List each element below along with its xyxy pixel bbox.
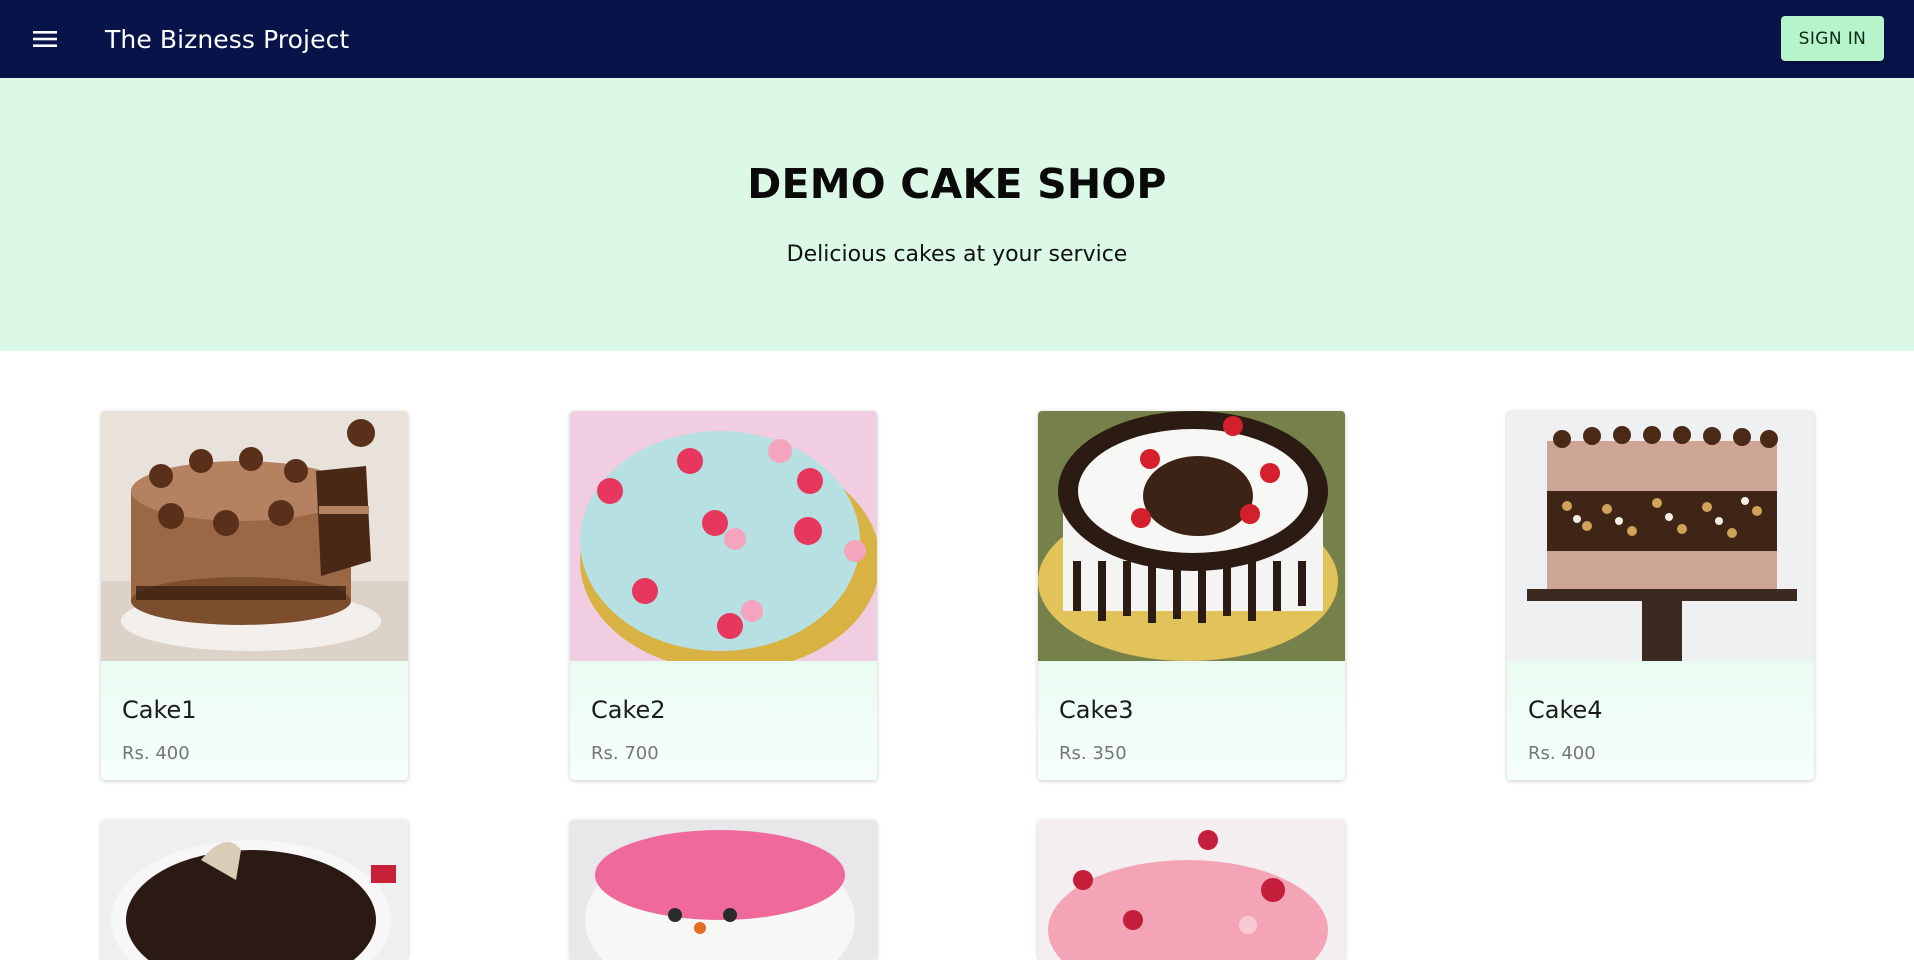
card-body: Cake2 Rs. 700 — [570, 661, 877, 780]
sprinkle-fault-line-cake-image — [1507, 411, 1814, 661]
product-card-7[interactable] — [1038, 820, 1345, 960]
product-name: Cake4 — [1528, 696, 1603, 724]
card-body: Cake1 Rs. 400 — [101, 661, 408, 780]
menu-icon — [33, 31, 57, 47]
product-card-1[interactable]: Cake1 Rs. 400 — [101, 411, 408, 780]
product-card-2[interactable]: Cake2 Rs. 700 — [570, 411, 877, 780]
page-subtitle: Delicious cakes at your service — [786, 242, 1128, 267]
product-card-4[interactable]: Cake4 Rs. 400 — [1507, 411, 1814, 780]
card-body: Cake3 Rs. 350 — [1038, 661, 1345, 780]
app-bar: The Bizness Project SIGN IN — [0, 0, 1914, 78]
brand-title[interactable]: The Bizness Project — [105, 0, 349, 78]
product-price: Rs. 400 — [122, 743, 190, 764]
product-name: Cake3 — [1059, 696, 1134, 724]
product-name: Cake2 — [591, 696, 666, 724]
strawberry-cake-image — [1038, 820, 1345, 960]
product-card-5[interactable] — [101, 820, 408, 960]
hero-banner — [0, 78, 1914, 351]
product-price: Rs. 700 — [591, 743, 659, 764]
chocolate-truffle-cake-image — [101, 820, 408, 960]
page-title: DEMO CAKE SHOP — [747, 160, 1167, 208]
product-price: Rs. 400 — [1528, 743, 1596, 764]
black-forest-cake-image — [1038, 411, 1345, 661]
pink-face-cake-image — [570, 820, 877, 960]
card-body: Cake4 Rs. 400 — [1507, 661, 1814, 780]
sign-in-button[interactable]: SIGN IN — [1781, 16, 1884, 61]
product-card-6[interactable] — [570, 820, 877, 960]
product-card-3[interactable]: Cake3 Rs. 350 — [1038, 411, 1345, 780]
product-name: Cake1 — [122, 696, 197, 724]
product-price: Rs. 350 — [1059, 743, 1127, 764]
floral-blue-cake-image — [570, 411, 877, 661]
menu-button[interactable] — [24, 21, 66, 57]
chocolate-cake-image — [101, 411, 408, 661]
